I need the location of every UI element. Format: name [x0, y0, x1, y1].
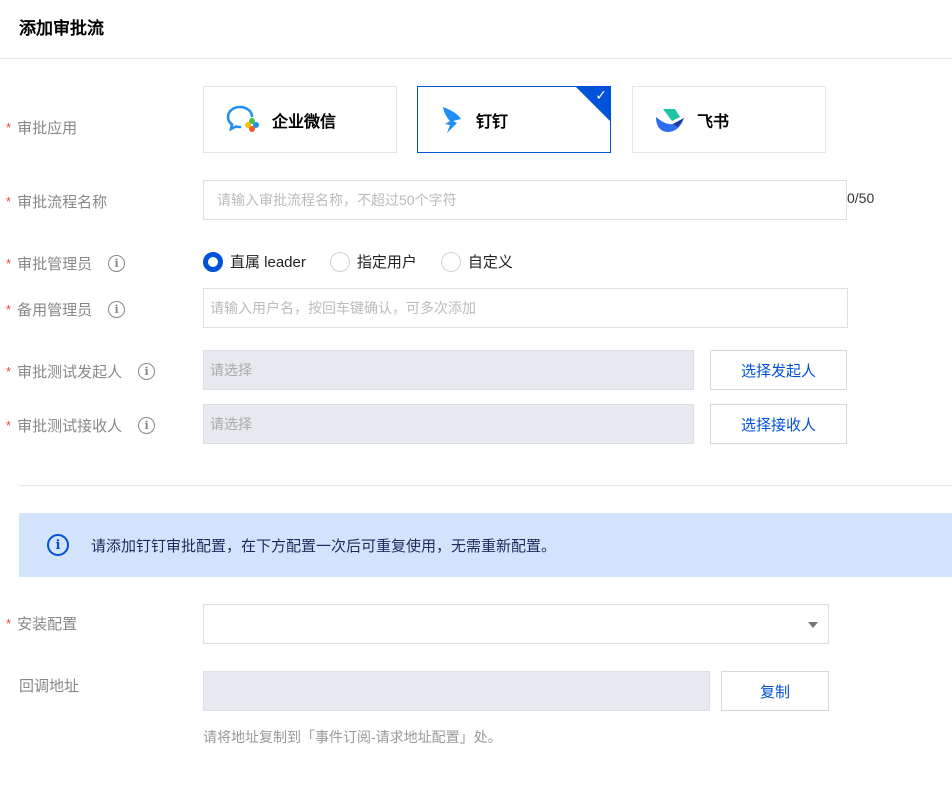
copy-button[interactable]: 复制 — [721, 671, 829, 711]
radio-custom[interactable]: 自定义 — [440, 251, 513, 272]
required-mark: * — [6, 616, 12, 631]
required-mark: * — [6, 302, 12, 317]
callback-url-input[interactable] — [203, 671, 710, 711]
test-sender-input[interactable]: 请选择 — [203, 350, 694, 390]
required-mark: * — [6, 120, 12, 135]
chevron-down-icon — [808, 622, 818, 628]
label-text: 审批测试接收人 — [17, 418, 123, 435]
app-card-label: 企业微信 — [272, 113, 337, 131]
radio-circle — [329, 251, 350, 272]
label-text: 审批测试发起人 — [17, 364, 123, 381]
test-receiver-input[interactable]: 请选择 — [203, 404, 694, 444]
label-name: * 审批流程名称 — [6, 191, 107, 212]
label-text: 安装配置 — [17, 616, 78, 633]
radio-label: 自定义 — [467, 254, 513, 271]
label-text: 审批应用 — [17, 120, 78, 137]
info-alert: i 请添加钉钉审批配置，在下方配置一次后可重复使用，无需重新配置。 — [19, 513, 952, 577]
radio-circle — [440, 251, 461, 272]
divider — [0, 58, 952, 59]
install-config-select[interactable] — [203, 604, 829, 644]
placeholder: 请选择 — [210, 362, 252, 378]
radio-direct-leader[interactable]: 直属 leader — [203, 251, 306, 272]
label-install: * 安装配置 — [6, 613, 77, 634]
radio-label: 直属 leader — [230, 254, 306, 271]
alert-text: 请添加钉钉审批配置，在下方配置一次后可重复使用，无需重新配置。 — [91, 537, 557, 555]
label-backup-admin: * 备用管理员 i — [6, 299, 126, 320]
wecom-icon — [226, 105, 259, 132]
required-mark: * — [6, 364, 12, 379]
select-sender-button[interactable]: 选择发起人 — [710, 350, 847, 390]
label-text: 回调地址 — [19, 678, 80, 695]
required-mark: * — [6, 418, 12, 433]
divider — [19, 485, 952, 486]
placeholder: 请输入审批流程名称，不超过50个字符 — [217, 192, 457, 208]
placeholder: 请选择 — [210, 416, 252, 432]
backup-admin-input[interactable]: 请输入用户名，按回车键确认，可多次添加 — [203, 288, 848, 328]
info-icon[interactable]: i — [108, 301, 126, 318]
label-text: 审批管理员 — [17, 256, 93, 273]
app-card-wecom[interactable]: 企业微信 — [203, 86, 397, 153]
callback-hint: 请将地址复制到「事件订阅-请求地址配置」处。 — [203, 729, 502, 745]
label-callback: 回调地址 — [19, 675, 79, 696]
dingtalk-icon — [443, 106, 461, 133]
label-app: * 审批应用 — [6, 117, 77, 138]
info-icon[interactable]: i — [138, 363, 156, 380]
feishu-icon — [656, 108, 684, 132]
label-test-sender: * 审批测试发起人 i — [6, 361, 156, 382]
app-card-label: 钉钉 — [476, 113, 509, 131]
info-icon[interactable]: i — [108, 255, 126, 272]
select-receiver-button[interactable]: 选择接收人 — [710, 404, 847, 444]
label-test-receiver: * 审批测试接收人 i — [6, 415, 156, 436]
radio-label: 指定用户 — [356, 254, 417, 271]
radio-circle — [203, 251, 223, 272]
check-icon: ✓ — [595, 87, 607, 103]
info-icon: i — [47, 534, 69, 556]
placeholder: 请输入用户名，按回车键确认，可多次添加 — [210, 300, 476, 316]
info-icon[interactable]: i — [138, 417, 156, 434]
label-admin: * 审批管理员 i — [6, 253, 126, 274]
label-text: 备用管理员 — [17, 302, 93, 319]
page-title: 添加审批流 — [19, 19, 104, 38]
flow-name-input[interactable]: 请输入审批流程名称，不超过50个字符 — [203, 180, 847, 220]
app-card-feishu[interactable]: 飞书 — [632, 86, 826, 153]
app-card-dingtalk[interactable]: 钉钉 ✓ — [417, 86, 611, 153]
radio-specified-user[interactable]: 指定用户 — [329, 251, 417, 272]
label-text: 审批流程名称 — [17, 194, 108, 211]
required-mark: * — [6, 194, 12, 209]
required-mark: * — [6, 256, 12, 271]
char-counter: 0/50 — [847, 190, 875, 206]
app-card-label: 飞书 — [697, 113, 730, 131]
